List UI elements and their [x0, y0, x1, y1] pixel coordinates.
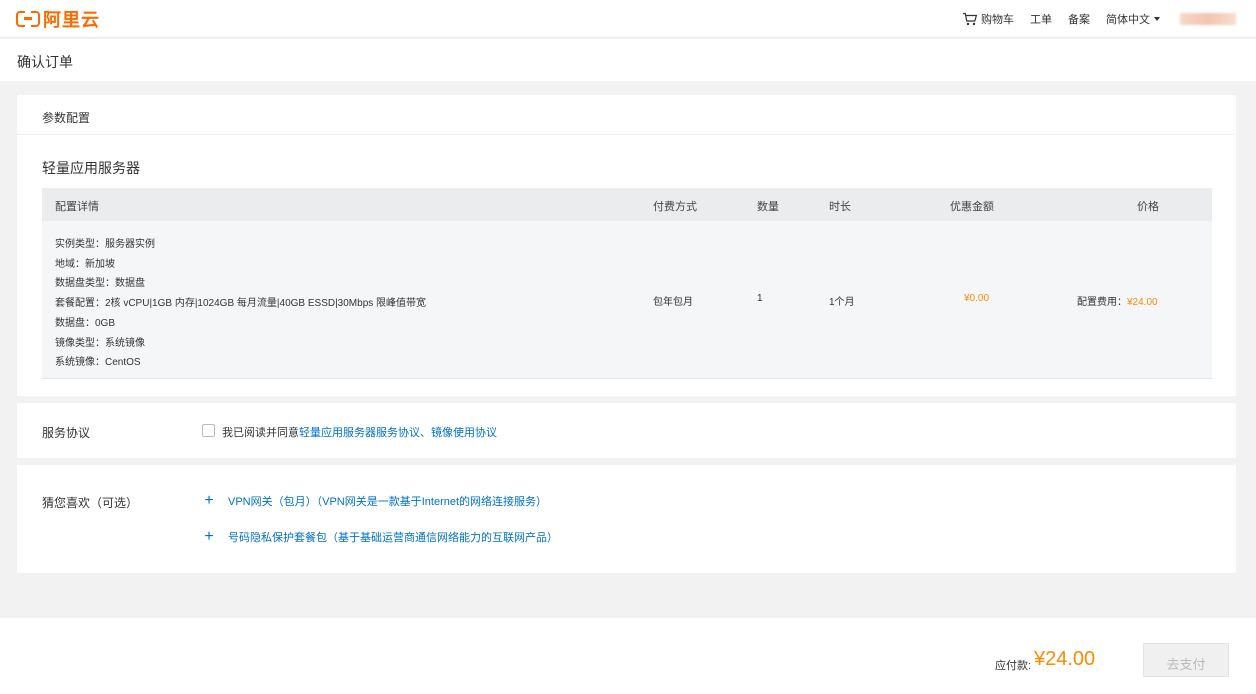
column-header-quantity: 数量 [757, 201, 779, 213]
recommend-label: 猜您喜欢（可选） [42, 496, 139, 510]
image-agreement-link[interactable]: 镜像使用协议 [431, 427, 497, 439]
detail-image-type: 镜像类型：系统镜像 [55, 337, 145, 349]
discount-value: ¥0.00 [964, 293, 990, 304]
aliyun-logo[interactable]: 阿里云 [16, 8, 100, 30]
price-value: ¥24.00 [1127, 297, 1158, 308]
config-details: 实例类型：服务器实例 地域：新加坡 数据盘类型：数据盘 套餐配置：2核 vCPU… [55, 235, 426, 373]
agreement-label: 服务协议 [42, 426, 91, 440]
detail-data-disk: 数据盘：0GB [55, 317, 116, 329]
chevron-down-icon [1154, 17, 1160, 21]
detail-instance-type: 实例类型：服务器实例 [55, 239, 155, 250]
ticket-link[interactable]: 工单 [1030, 11, 1052, 27]
agreement-prefix: 我已阅读并同意 [222, 427, 299, 439]
config-card: 参数配置 轻量应用服务器 配置详情 付费方式 数量 时长 优惠金额 价格 实例类… [17, 95, 1236, 396]
payment-footer: 应付款: ¥24.00 去支付 [0, 618, 1256, 694]
page-header: 确认订单 [0, 39, 1256, 81]
column-header-discount: 优惠金额 [950, 201, 994, 213]
top-right-menu: 购物车 工单 备案 简体中文 [946, 0, 1236, 38]
pay-method-value: 包年包月 [653, 297, 693, 308]
cart-icon [963, 12, 978, 26]
recommend-item-label: 号码隐私保护套餐包（基于基础运营商通信网络能力的互联网产品） [228, 532, 558, 544]
recommend-item-vpn[interactable]: + VPN网关（包月）（VPN网关是一款基于Internet的网络连接服务） [202, 493, 547, 509]
column-header-price: 价格 [1137, 201, 1159, 213]
duration-value: 1个月 [829, 297, 855, 308]
detail-system-image: 系统镜像：CentOS [55, 357, 141, 369]
plus-icon: + [204, 492, 214, 509]
product-name: 轻量应用服务器 [42, 160, 140, 176]
config-section-title: 参数配置 [17, 95, 1236, 135]
language-select[interactable]: 简体中文 [1106, 11, 1160, 27]
agreement-checkbox[interactable] [202, 424, 215, 437]
detail-disk-type: 数据盘类型：数据盘 [55, 278, 145, 290]
recommend-item-privacy[interactable]: + 号码隐私保护套餐包（基于基础运营商通信网络能力的互联网产品） [202, 529, 558, 545]
column-header-pay-method: 付费方式 [653, 201, 697, 213]
plus-icon: + [204, 528, 214, 545]
agreement-card: 服务协议 我已阅读并同意轻量应用服务器服务协议、镜像使用协议 [17, 403, 1236, 458]
agreement-text: 我已阅读并同意轻量应用服务器服务协议、镜像使用协议 [222, 424, 497, 440]
table-row: 实例类型：服务器实例 地域：新加坡 数据盘类型：数据盘 套餐配置：2核 vCPU… [42, 221, 1212, 379]
agreement-separator: 、 [420, 427, 431, 439]
recommend-card: 猜您喜欢（可选） + VPN网关（包月）（VPN网关是一款基于Internet的… [17, 465, 1236, 573]
price-label: 配置费用： [1077, 297, 1127, 308]
cart-link[interactable]: 购物车 [962, 11, 1014, 27]
quantity-value: 1 [757, 293, 763, 304]
column-header-duration: 时长 [829, 201, 851, 213]
aliyun-logo-icon [16, 10, 40, 27]
pay-label: 应付款: [995, 660, 1032, 672]
recommend-item-label: VPN网关（包月）（VPN网关是一款基于Internet的网络连接服务） [228, 496, 548, 508]
order-table: 配置详情 付费方式 数量 时长 优惠金额 价格 实例类型：服务器实例 地域：新加… [42, 188, 1212, 379]
page-title: 确认订单 [17, 54, 73, 70]
cart-label: 购物车 [981, 14, 1014, 26]
service-agreement-link[interactable]: 轻量应用服务器服务协议 [299, 427, 420, 439]
logo-text: 阿里云 [43, 10, 100, 30]
column-header-details: 配置详情 [55, 201, 99, 213]
user-avatar[interactable] [1180, 13, 1236, 25]
filing-link[interactable]: 备案 [1068, 11, 1090, 27]
table-header: 配置详情 付费方式 数量 时长 优惠金额 价格 [42, 188, 1212, 221]
detail-region: 地域：新加坡 [55, 258, 115, 270]
pay-button[interactable]: 去支付 [1143, 643, 1229, 677]
language-label: 简体中文 [1106, 14, 1150, 26]
price-cell: 配置费用：¥24.00 [1077, 293, 1158, 308]
pay-amount: ¥24.00 [1034, 648, 1096, 670]
top-navbar: 阿里云 购物车 工单 备案 简体中文 [0, 0, 1256, 38]
detail-package: 套餐配置：2核 vCPU|1GB 内存|1024GB 每月流量|40GB ESS… [55, 298, 427, 310]
